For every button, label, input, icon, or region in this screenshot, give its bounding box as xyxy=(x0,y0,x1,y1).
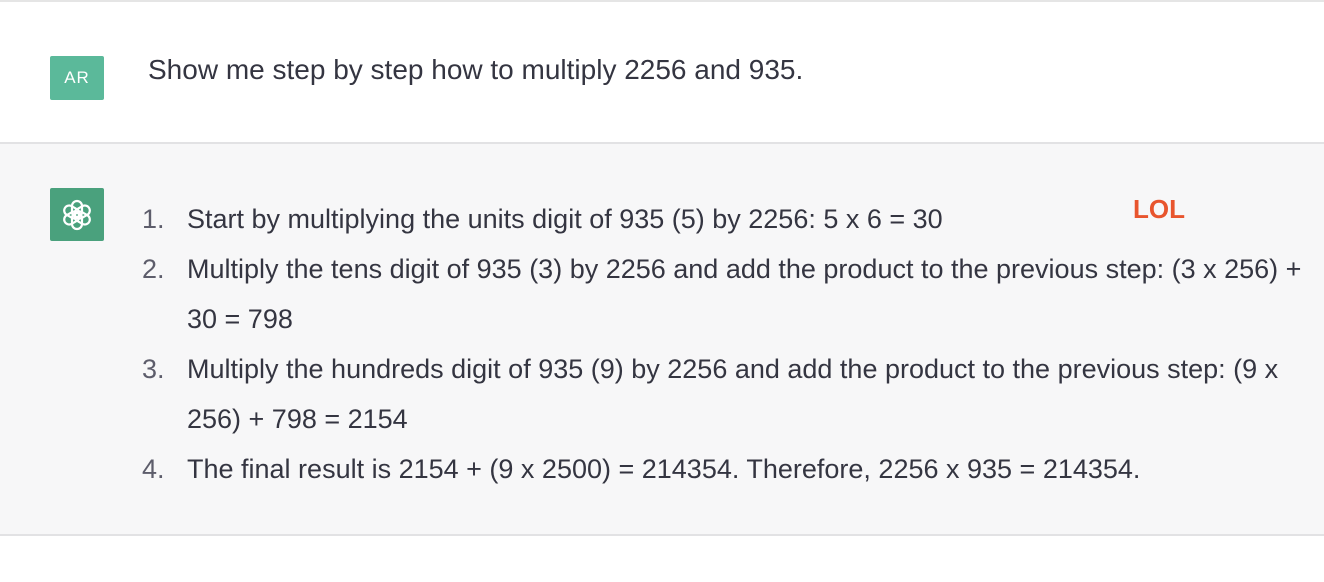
user-avatar-initials: AR xyxy=(64,68,90,87)
assistant-avatar xyxy=(50,188,104,241)
assistant-message-row: 1. Start by multiplying the units digit … xyxy=(0,144,1324,536)
user-avatar: AR xyxy=(50,56,104,100)
list-item-number: 1. xyxy=(142,204,165,234)
list-item-number: 4. xyxy=(142,454,165,484)
list-item-number: 3. xyxy=(142,354,165,384)
bottom-blank-area xyxy=(0,536,1324,582)
list-item-number: 2. xyxy=(142,254,165,284)
answer-steps-list: 1. Start by multiplying the units digit … xyxy=(142,194,1312,494)
list-item-text: The final result is 2154 + (9 x 2500) = … xyxy=(187,454,1141,484)
lol-annotation: LOL xyxy=(1133,194,1185,224)
user-message-row: AR Show me step by step how to multiply … xyxy=(0,2,1324,144)
list-item: 4. The final result is 2154 + (9 x 2500)… xyxy=(142,444,1312,494)
list-item: 3. Multiply the hundreds digit of 935 (9… xyxy=(142,344,1312,444)
list-item: 2. Multiply the tens digit of 935 (3) by… xyxy=(142,244,1312,344)
list-item-text: Multiply the tens digit of 935 (3) by 22… xyxy=(187,254,1302,334)
list-item-text: Multiply the hundreds digit of 935 (9) b… xyxy=(187,354,1279,434)
user-message-text: Show me step by step how to multiply 225… xyxy=(148,54,804,85)
openai-logo-icon xyxy=(63,199,91,230)
